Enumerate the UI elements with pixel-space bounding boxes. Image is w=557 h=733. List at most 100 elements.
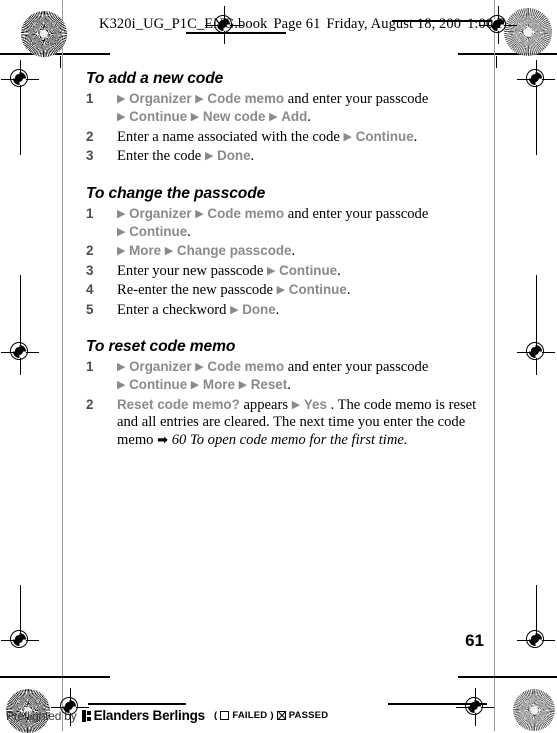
step-text: Reset code memo? appears ▶ Yes . The cod… [117,396,486,449]
step-number: 1 [86,91,94,106]
density-target-top-right [504,8,552,56]
step-number: 2 [86,243,94,259]
step-text: Enter a checkword ▶ Done. [117,301,486,319]
menu-label: Done [242,301,276,317]
guide-line-left-vertical [62,0,63,731]
menu-label: Reset [250,377,288,393]
header-slug-line: K320i_UG_P1C_ENG.book Page 61 Friday, Augu… [99,16,505,33]
body-text: . [413,128,418,145]
guide-line-right-vertical [494,0,495,731]
menu-label: New code [202,109,266,125]
step-text: Re-enter the new passcode ▶ Continue. [117,281,486,299]
step-number: 2 [86,128,94,144]
step-text: ▶ Organizer ▶ Code memo and enter your p… [117,90,486,127]
navigate-arrow-icon: ▶ [195,206,204,220]
body-text: Re-enter the new passcode [117,282,274,299]
procedure-section: To add a new code 1 ▶ Organizer ▶ Code mem… [86,70,486,166]
body-text: . [250,148,255,165]
crop-mark-bottom-right [458,676,557,678]
menu-label: Organizer [129,359,192,375]
failed-checkbox-icon [220,711,230,720]
step-item: 3 Enter the code ▶ Done. [86,147,486,165]
menu-label: Organizer [129,91,192,106]
header-time: 1:00 P [467,16,506,32]
navigate-arrow-icon: ▶ [266,263,276,277]
step-item: 2 ▶ More ▶ Change passcode. [86,242,486,260]
navigate-arrow-icon: ▶ [230,302,239,316]
elanders-logo-icon [81,709,91,722]
paren-close: ) [270,710,274,721]
header-page-label: Page 61 [273,16,321,32]
navigate-arrow-icon: ▶ [190,378,200,392]
navigate-arrow-icon: ▶ [195,360,204,374]
body-text: . [275,301,280,318]
navigate-arrow-icon: ▶ [238,378,248,392]
step-text: Enter the code ▶ Done. [117,147,486,165]
preflight-prefix: Preflighted by [6,708,77,723]
registration-mark-right-bottom [517,585,555,657]
density-target-top-left [21,11,67,57]
step-number: 3 [86,148,94,164]
menu-label: Reset code memo? [117,396,240,412]
crop-tick-top-right [496,56,497,68]
navigate-arrow-icon: ▶ [117,225,126,239]
navigate-arrow-icon: ▶ [343,129,352,143]
step-item: 4 Re-enter the new passcode ▶ Continue. [86,281,486,299]
menu-label: More [129,243,162,259]
menu-label: Organizer [129,205,192,221]
preflight-brand: Elanders Berlings [93,708,206,723]
navigate-arrow-icon: ▶ [190,110,200,124]
preflight-stamp: Preflighted by Elanders Berlings ( FAILE… [6,708,328,723]
body-text: and enter your passcode [287,91,429,107]
crop-mark-top-right [458,53,557,55]
scanned-page: K320i_UG_P1C_ENG.book Page 61 Friday, Augu… [0,0,557,733]
preflight-result: ( FAILED ) PASSED [214,710,328,721]
navigate-arrow-icon: ▶ [291,397,301,411]
registration-mark-right-lower [517,275,555,375]
body-text: . [291,243,296,260]
navigate-arrow-icon: ▶ [117,92,126,105]
menu-label: More [202,377,235,393]
body-text: Enter the code [117,148,202,165]
menu-label: Continue [129,109,188,125]
step-text: ▶ More ▶ Change passcode. [117,242,486,260]
navigate-arrow-icon: ▶ [117,206,126,220]
crop-mark-bottom-left [0,676,110,678]
navigate-arrow-icon: ▶ [164,244,174,258]
menu-label: Add [281,109,308,125]
body-text: appears [243,396,289,413]
menu-label: Code memo [207,359,285,375]
menu-label: Continue [288,282,347,298]
registration-mark-bottom-right [456,688,494,726]
navigate-arrow-icon: ▶ [117,110,126,124]
see-also-arrow-icon: ➡ [157,432,169,448]
step-text: ▶ Organizer ▶ Code memo and enter your p… [117,205,486,242]
step-number: 4 [86,282,94,298]
step-item: 1 ▶ Organizer ▶ Code memo and enter your … [86,205,486,242]
navigate-arrow-icon: ▶ [276,283,286,297]
registration-mark-left-lower [1,275,39,375]
navigate-arrow-icon: ▶ [117,244,126,258]
step-item: 5 Enter a checkword ▶ Done. [86,301,486,319]
passed-label: PASSED [288,710,329,721]
step-item: 1 ▶ Organizer ▶ Code memo and enter your … [86,90,486,127]
cross-reference[interactable]: 60 To open code memo for the first time. [172,432,408,448]
step-item: 2 Enter a name associated with the code ▶… [86,128,486,146]
crop-mark-top-left [0,53,110,55]
menu-label: Continue [355,128,414,144]
body-text: Enter a checkword [117,301,227,318]
body-text: . [337,262,341,279]
body-text: Enter your new passcode [117,262,264,279]
body-text: . [346,282,351,299]
step-number: 1 [86,359,94,375]
menu-label: Code memo [207,205,285,221]
step-list: 1 ▶ Organizer ▶ Code memo and enter your … [86,358,486,449]
step-text: Enter a name associated with the code ▶ … [117,128,486,146]
density-target-bottom-right [513,689,555,731]
navigate-arrow-icon: ▶ [117,360,126,374]
registration-mark-left-middle [1,60,39,155]
step-number: 3 [86,262,94,278]
crop-mark-bottom-inner-right [388,703,487,705]
step-number: 2 [86,396,94,412]
menu-label: Continue [129,377,188,393]
